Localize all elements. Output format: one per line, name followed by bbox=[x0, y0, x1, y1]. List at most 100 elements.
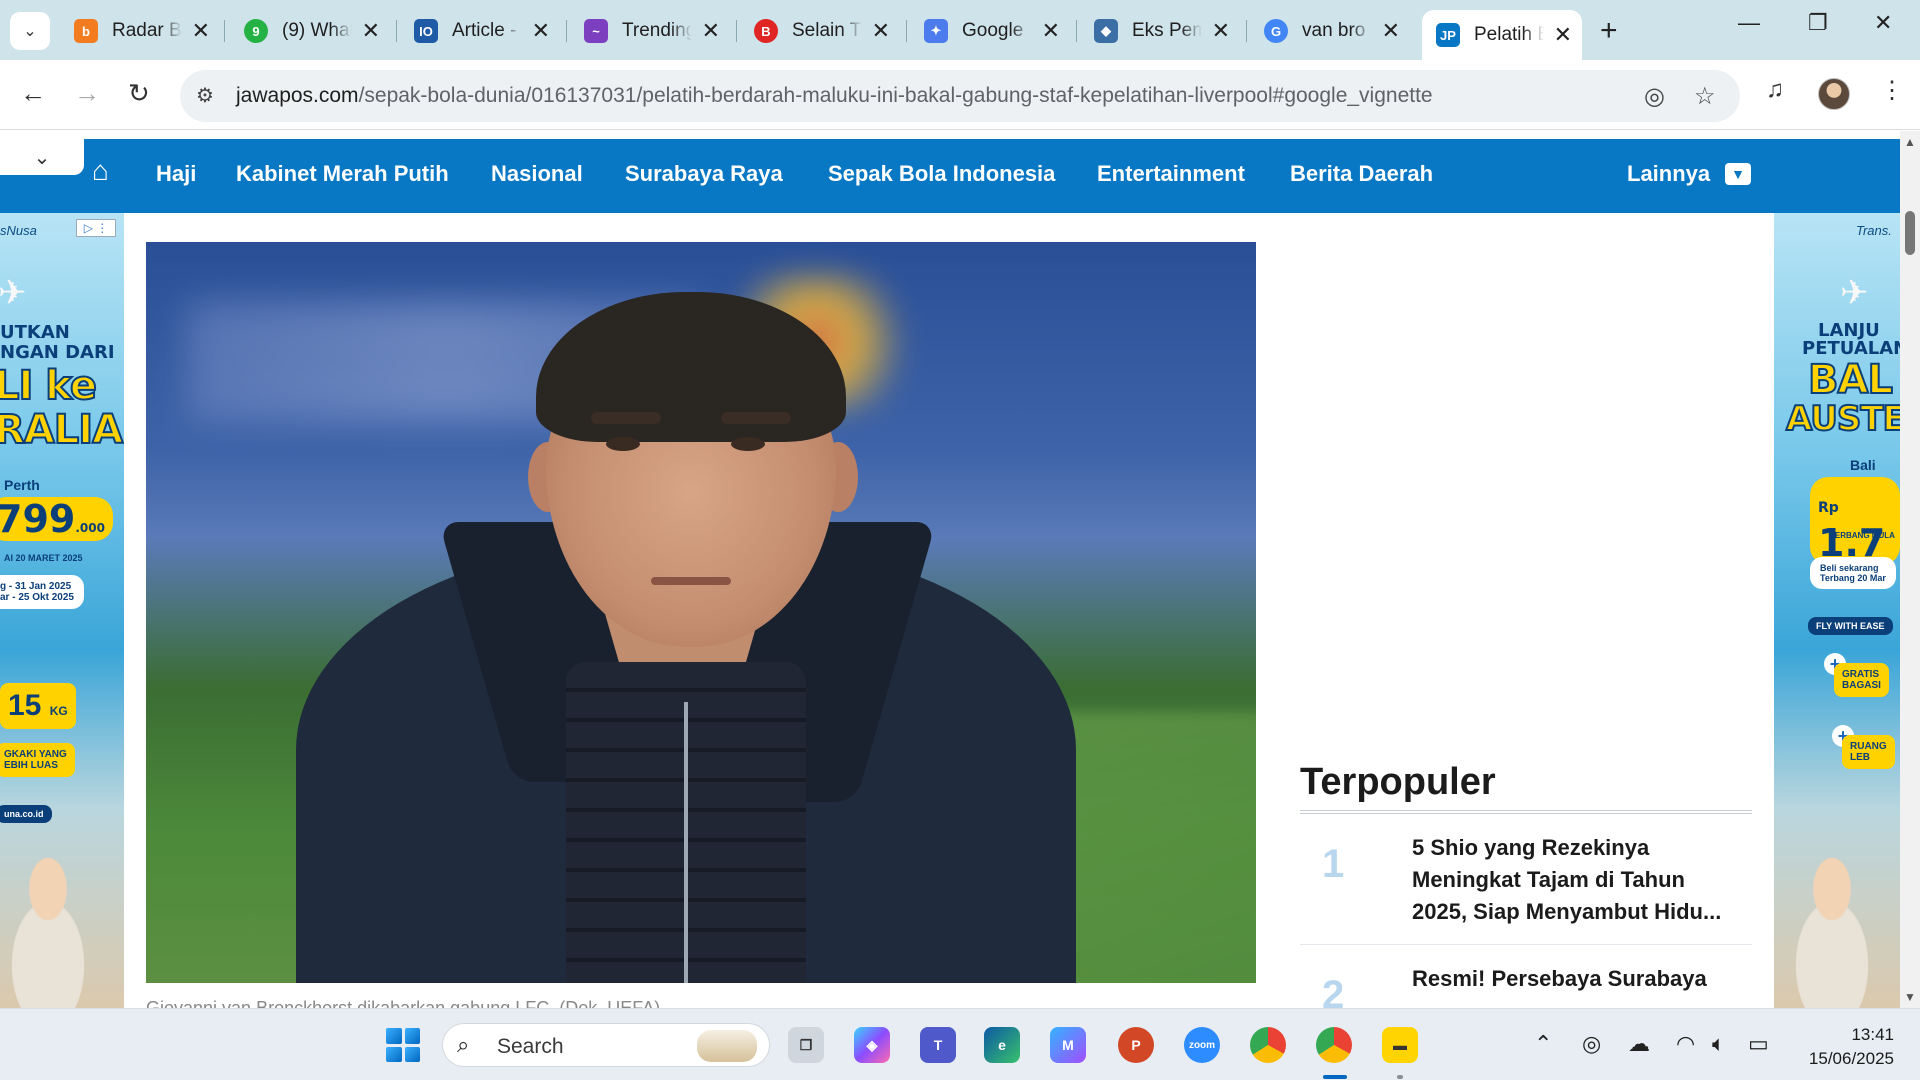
nav-item-berita-daerah[interactable]: Berita Daerah bbox=[1290, 161, 1433, 187]
nav-item-nasional[interactable]: Nasional bbox=[491, 161, 583, 187]
ad-site: una.co.id bbox=[0, 805, 52, 823]
nav-item-haji[interactable]: Haji bbox=[156, 161, 196, 187]
teams-icon[interactable]: T bbox=[920, 1027, 956, 1063]
page-scrollbar[interactable]: ▲ ▼ bbox=[1900, 131, 1920, 1008]
close-window-icon[interactable]: ✕ bbox=[1874, 10, 1892, 36]
chevron-down-icon: ⌄ bbox=[23, 23, 37, 40]
ad-baggage: 15 KG bbox=[0, 683, 76, 729]
tab-title: Eks Pem bbox=[1132, 20, 1202, 41]
battery-icon[interactable]: ▭ bbox=[1748, 1031, 1769, 1057]
popular-headline[interactable]: Resmi! Persebaya Surabaya bbox=[1412, 963, 1742, 1008]
restore-icon[interactable]: ❐ bbox=[1808, 10, 1828, 36]
popular-headline[interactable]: 5 Shio yang Rezekinya Meningkat Tajam di… bbox=[1412, 832, 1742, 928]
tab-title: (9) What bbox=[282, 20, 352, 41]
close-tab-icon[interactable]: ✕ bbox=[354, 18, 380, 44]
collapse-header-button[interactable]: ⌄ bbox=[0, 139, 84, 175]
browser-tab[interactable]: ~ Trending ✕ bbox=[570, 10, 730, 52]
edge-icon[interactable]: e bbox=[984, 1027, 1020, 1063]
nav-item-entertainment[interactable]: Entertainment bbox=[1097, 161, 1245, 187]
nav-item-kabinet[interactable]: Kabinet Merah Putih bbox=[236, 161, 449, 187]
side-ad-left[interactable]: sNusa ▷ ⋮ ✈ UTKAN NGAN DARI LI ke RALIA … bbox=[0, 213, 124, 1008]
ad-note: TERBANG MULA bbox=[1830, 531, 1895, 540]
popular-item[interactable]: 1 5 Shio yang Rezekinya Meningkat Tajam … bbox=[1300, 814, 1752, 945]
eye-off-icon[interactable]: ◎ bbox=[1644, 82, 1665, 111]
windows-taskbar: ⌕ Search ❐ ◈ T e M P zoom ▬ ⌃ ◎ ☁ ◠ 🔈︎ ▭… bbox=[0, 1008, 1920, 1080]
search-icon: ⌕ bbox=[457, 1032, 470, 1057]
tab-title: Trending bbox=[622, 20, 692, 41]
browser-tab[interactable]: b Radar B ✕ bbox=[60, 10, 220, 52]
url-text[interactable]: jawapos.com/sepak-bola-dunia/016137031/p… bbox=[236, 84, 1433, 108]
ad-dates: g - 31 Jan 2025 ar - 25 Okt 2025 bbox=[0, 575, 84, 609]
system-clock[interactable]: 13:41 15/06/2025 bbox=[1790, 1023, 1894, 1071]
minimize-icon[interactable]: — bbox=[1738, 10, 1760, 36]
wifi-icon[interactable]: ◠ bbox=[1676, 1031, 1695, 1057]
cloud-icon[interactable]: ☁ bbox=[1628, 1031, 1650, 1057]
browser-tab[interactable]: ✦ Google ✕ bbox=[910, 10, 1070, 52]
menu-kebab-icon[interactable]: ⋮ bbox=[1880, 76, 1904, 105]
browser-tab[interactable]: IO Article - ✕ bbox=[400, 10, 560, 52]
ad-headline: NGAN DARI bbox=[0, 342, 115, 363]
tab-title: Google bbox=[962, 20, 1024, 41]
tab-favicon-icon: JP bbox=[1436, 23, 1460, 47]
windows-start-icon[interactable] bbox=[386, 1028, 420, 1062]
zoom-icon[interactable]: zoom bbox=[1184, 1027, 1220, 1063]
scroll-down-icon[interactable]: ▼ bbox=[1904, 990, 1916, 1004]
browser-tab[interactable]: ◆ Eks Pem ✕ bbox=[1080, 10, 1240, 52]
nav-item-sepakbola[interactable]: Sepak Bola Indonesia bbox=[828, 161, 1055, 187]
close-tab-icon[interactable]: ✕ bbox=[1034, 18, 1060, 44]
ad-price: 799.000 bbox=[0, 497, 113, 541]
location-icon[interactable]: ◎ bbox=[1582, 1031, 1601, 1057]
popular-item[interactable]: 2 Resmi! Persebaya Surabaya bbox=[1300, 945, 1752, 1008]
browser-tab[interactable]: B Selain T ✕ bbox=[740, 10, 900, 52]
m365-icon[interactable]: M bbox=[1050, 1027, 1086, 1063]
close-tab-icon[interactable]: ✕ bbox=[1546, 22, 1572, 48]
back-icon[interactable]: ← bbox=[20, 78, 46, 109]
close-tab-icon[interactable]: ✕ bbox=[1204, 18, 1230, 44]
forward-icon[interactable]: → bbox=[74, 78, 100, 109]
scroll-thumb[interactable] bbox=[1905, 211, 1915, 255]
nav-item-surabaya[interactable]: Surabaya Raya bbox=[625, 161, 783, 187]
chevron-up-icon[interactable]: ⌃ bbox=[1534, 1031, 1552, 1057]
chrome-icon[interactable] bbox=[1250, 1027, 1286, 1063]
media-control-icon[interactable]: ♫ bbox=[1766, 76, 1784, 104]
tab-title: Selain T bbox=[792, 20, 862, 41]
site-info-icon[interactable]: ⚙ bbox=[196, 83, 214, 108]
active-app-indicator bbox=[1323, 1075, 1347, 1079]
ad-choices-icon[interactable]: ▷ ⋮ bbox=[76, 219, 116, 237]
close-tab-icon[interactable]: ✕ bbox=[184, 18, 210, 44]
close-tab-icon[interactable]: ✕ bbox=[524, 18, 550, 44]
side-ad-right[interactable]: Trans. ✈ LANJU PETUALAN BAL AUSTE Bali R… bbox=[1774, 213, 1900, 1008]
browser-tab[interactable]: 9 (9) What ✕ bbox=[230, 10, 390, 52]
close-tab-icon[interactable]: ✕ bbox=[1374, 18, 1400, 44]
scroll-up-icon[interactable]: ▲ bbox=[1904, 135, 1916, 149]
sticky-notes-icon[interactable]: ▬ bbox=[1382, 1027, 1418, 1063]
task-view-icon[interactable]: ❐ bbox=[788, 1027, 824, 1063]
browser-tab-active[interactable]: JP Pelatih B ✕ bbox=[1422, 10, 1582, 60]
close-tab-icon[interactable]: ✕ bbox=[864, 18, 890, 44]
ad-headline: UTKAN bbox=[0, 322, 70, 343]
browser-tab[interactable]: G van bro ✕ bbox=[1250, 10, 1410, 52]
address-bar[interactable]: ⚙ jawapos.com/sepak-bola-dunia/016137031… bbox=[180, 70, 1740, 122]
open-app-indicator bbox=[1397, 1075, 1403, 1079]
caret-down-icon[interactable]: ▼ bbox=[1725, 163, 1751, 185]
taskbar-search[interactable]: ⌕ Search bbox=[442, 1023, 770, 1067]
profile-avatar[interactable] bbox=[1818, 78, 1850, 110]
ad-headline: LI ke bbox=[0, 362, 98, 410]
ad-legroom: GKAKI YANG EBIH LUAS bbox=[0, 743, 75, 777]
new-tab-button[interactable]: + bbox=[1600, 14, 1618, 48]
article-hero-image[interactable] bbox=[146, 242, 1256, 983]
chrome-profile-icon[interactable] bbox=[1316, 1027, 1352, 1063]
copilot-icon[interactable]: ◈ bbox=[854, 1027, 890, 1063]
ad-perk: RUANG LEB bbox=[1842, 735, 1895, 769]
powerpoint-icon[interactable]: P bbox=[1118, 1027, 1154, 1063]
tab-search-button[interactable]: ⌄ bbox=[10, 12, 50, 50]
ad-headline: BAL bbox=[1807, 356, 1894, 404]
reload-icon[interactable]: ↻ bbox=[128, 78, 150, 109]
home-icon[interactable]: ⌂ bbox=[92, 155, 109, 187]
nav-more-link[interactable]: Lainnya bbox=[1627, 161, 1710, 187]
page-viewport: ⌄ ⌂ Haji Kabinet Merah Putih Nasional Su… bbox=[0, 131, 1900, 1008]
close-tab-icon[interactable]: ✕ bbox=[694, 18, 720, 44]
bookmark-star-icon[interactable]: ☆ bbox=[1694, 82, 1716, 111]
tab-favicon-icon: ~ bbox=[584, 19, 608, 43]
volume-icon[interactable]: 🔈︎ bbox=[1712, 1031, 1725, 1057]
